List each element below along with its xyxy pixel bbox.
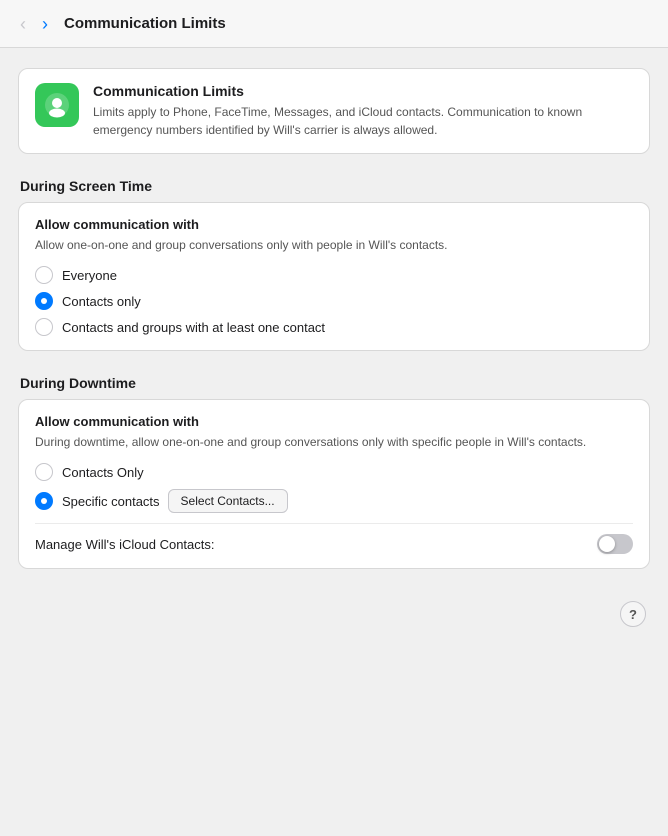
toggle-knob	[599, 536, 615, 552]
radio-downtime-contacts-only-label: Contacts Only	[62, 465, 144, 480]
screen-time-card-title: Allow communication with	[35, 217, 633, 232]
radio-specific-contacts-row: Specific contacts Select Contacts...	[35, 489, 633, 513]
screen-time-section-title: During Screen Time	[18, 178, 650, 194]
downtime-card-title: Allow communication with	[35, 414, 633, 429]
radio-contacts-only[interactable]: Contacts only	[35, 292, 633, 310]
screen-time-card-subtitle: Allow one-on-one and group conversations…	[35, 236, 633, 254]
radio-contacts-groups[interactable]: Contacts and groups with at least one co…	[35, 318, 633, 336]
radio-specific-contacts[interactable]: Specific contacts	[35, 492, 160, 510]
info-card-title: Communication Limits	[93, 83, 633, 99]
info-text: Communication Limits Limits apply to Pho…	[93, 83, 633, 139]
help-area: ?	[18, 593, 650, 627]
back-button[interactable]: ‹	[16, 13, 30, 35]
manage-icloud-toggle[interactable]	[597, 534, 633, 554]
info-card-description: Limits apply to Phone, FaceTime, Message…	[93, 103, 633, 139]
downtime-section-title: During Downtime	[18, 375, 650, 391]
app-icon	[35, 83, 79, 127]
radio-downtime-contacts-only[interactable]: Contacts Only	[35, 463, 633, 481]
select-contacts-button[interactable]: Select Contacts...	[168, 489, 288, 513]
radio-specific-contacts-label: Specific contacts	[62, 494, 160, 509]
header: ‹ › Communication Limits	[0, 0, 668, 48]
radio-downtime-contacts-only-circle	[35, 463, 53, 481]
radio-contacts-only-label: Contacts only	[62, 294, 141, 309]
manage-icloud-label: Manage Will's iCloud Contacts:	[35, 537, 215, 552]
radio-everyone-label: Everyone	[62, 268, 117, 283]
radio-specific-contacts-circle	[35, 492, 53, 510]
help-button[interactable]: ?	[620, 601, 646, 627]
downtime-card-subtitle: During downtime, allow one-on-one and gr…	[35, 433, 633, 451]
screen-time-card: Allow communication with Allow one-on-on…	[18, 202, 650, 351]
main-content: Communication Limits Limits apply to Pho…	[0, 48, 668, 647]
radio-contacts-groups-circle	[35, 318, 53, 336]
radio-everyone[interactable]: Everyone	[35, 266, 633, 284]
forward-button[interactable]: ›	[38, 13, 52, 35]
communication-limits-icon	[43, 91, 71, 119]
page-title: Communication Limits	[64, 15, 226, 32]
radio-contacts-groups-label: Contacts and groups with at least one co…	[62, 320, 325, 335]
manage-icloud-row: Manage Will's iCloud Contacts:	[35, 523, 633, 554]
radio-contacts-only-circle	[35, 292, 53, 310]
info-card: Communication Limits Limits apply to Pho…	[18, 68, 650, 154]
radio-everyone-circle	[35, 266, 53, 284]
downtime-card: Allow communication with During downtime…	[18, 399, 650, 569]
